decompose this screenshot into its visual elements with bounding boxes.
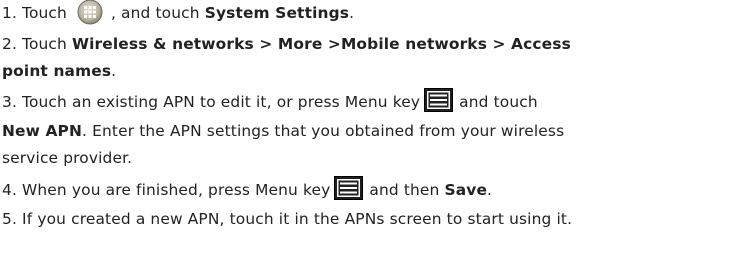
step-2-prefix: 2. Touch [2, 35, 67, 53]
step-4-mid: and then [369, 181, 440, 199]
step-2: 2. Touch Wireless & networks > More >Mob… [2, 31, 571, 57]
settings-path: Wireless & networks > More >Mobile netwo… [72, 35, 571, 53]
step-3-rest-cont: service provider. [2, 149, 133, 167]
menu-key-icon [424, 87, 454, 112]
step-3-cont2: service provider. [2, 145, 132, 171]
save-label: Save [444, 181, 488, 199]
menu-key-icon [334, 175, 364, 200]
settings-path-cont: point names [2, 62, 112, 80]
step-3: 3. Touch an existing APN to edit it, or … [2, 87, 538, 115]
system-settings-label: System Settings [204, 4, 350, 22]
step-5: 5. If you created a new APN, touch it in… [2, 206, 572, 232]
step-1: 1. Touch , and touch System Settings. [2, 0, 354, 26]
apps-launcher-icon [77, 0, 103, 25]
step-2-cont: point names. [2, 58, 116, 84]
step-5-text: 5. If you created a new APN, touch it in… [2, 210, 573, 228]
instruction-document: 1. Touch , and touch System Settings. 2.… [0, 0, 734, 260]
step-3-prefix: 3. Touch an existing APN to edit it, or … [2, 93, 421, 111]
step-2-end: . [111, 62, 117, 80]
step-1-prefix: 1. Touch [2, 4, 67, 22]
step-4-end: . [487, 181, 493, 199]
step-4: 4. When you are finished, press Menu key… [2, 175, 493, 203]
step-3-rest: . Enter the APN settings that you obtain… [82, 122, 565, 140]
step-3-cont: New APN. Enter the APN settings that you… [2, 118, 564, 144]
step-3-mid: and touch [459, 93, 538, 111]
step-1-mid: , and touch [110, 4, 200, 22]
step-4-prefix: 4. When you are finished, press Menu key [2, 181, 331, 199]
step-1-end: . [349, 4, 355, 22]
new-apn-label: New APN [2, 122, 83, 140]
